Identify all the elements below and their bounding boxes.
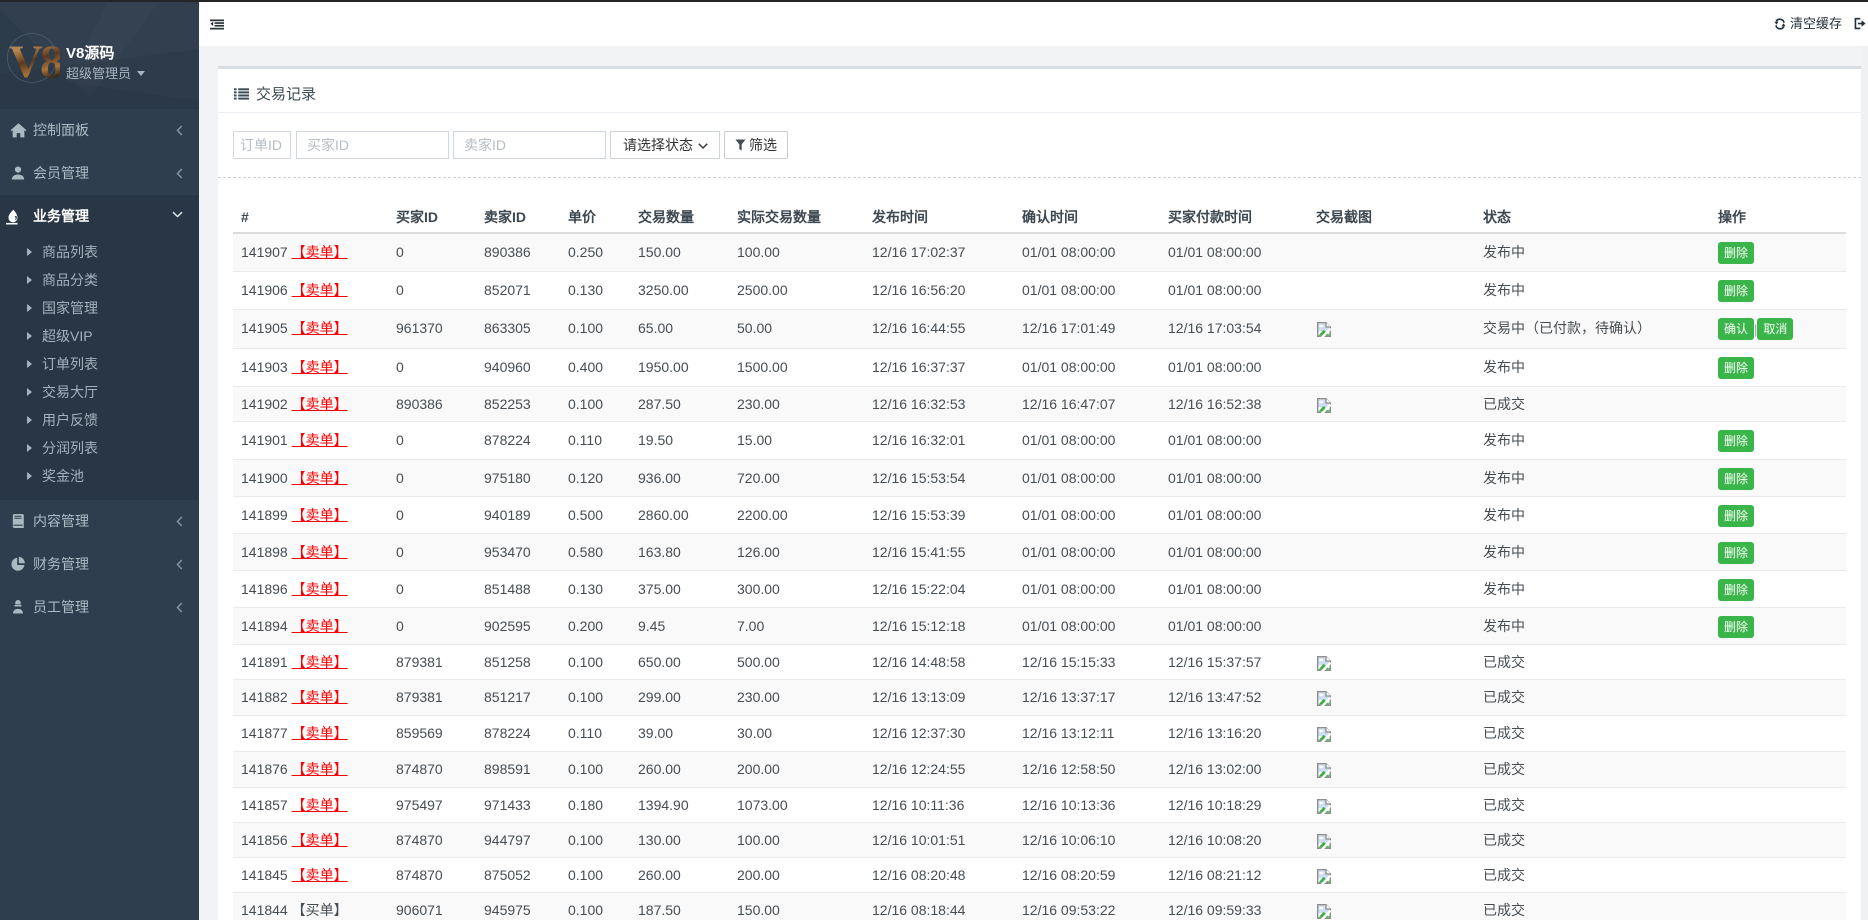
svg-text:V8: V8 — [9, 36, 60, 85]
